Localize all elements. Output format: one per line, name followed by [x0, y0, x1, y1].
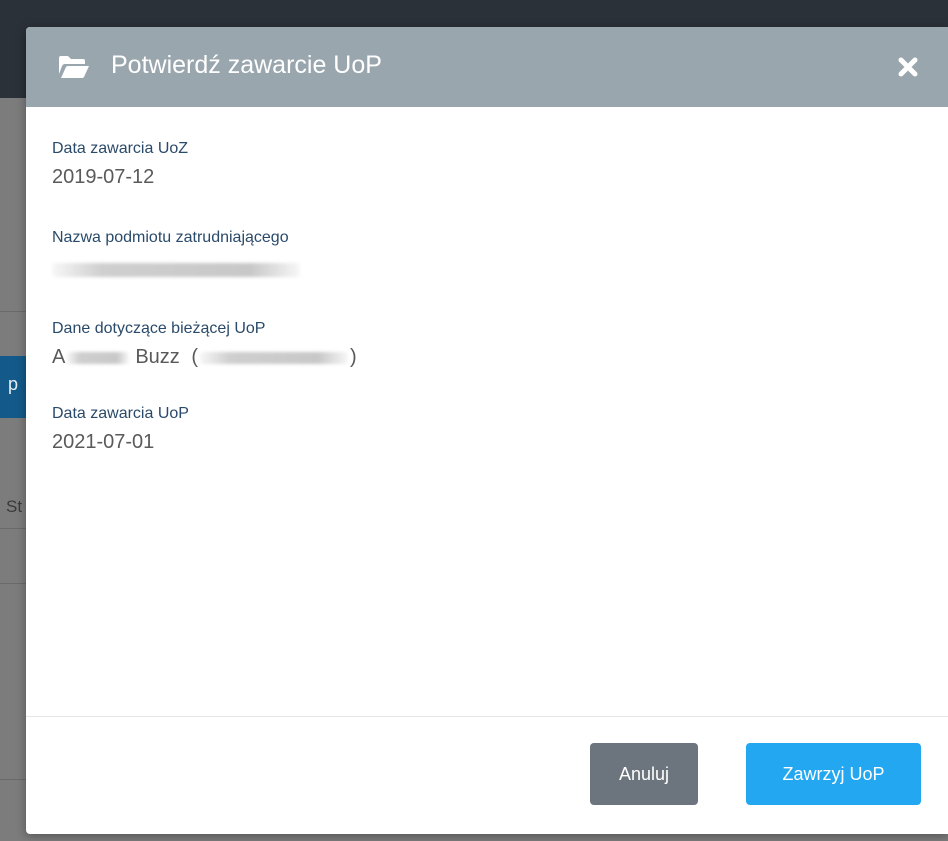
background-button: p — [0, 356, 26, 418]
background-divider — [0, 779, 26, 780]
name-surname: Buzz — [135, 346, 180, 368]
close-icon[interactable] — [898, 57, 918, 77]
modal-title: Potwierdź zawarcie UoP — [111, 51, 382, 79]
field-label: Data zawarcia UoZ — [52, 140, 189, 157]
paren-open: ( — [191, 346, 199, 368]
background-content-strip — [0, 98, 26, 841]
background-divider — [0, 528, 26, 529]
cancel-button[interactable]: Anuluj — [590, 743, 698, 805]
field-uoz-date: Data zawarcia UoZ 2019-07-12 — [52, 140, 188, 189]
modal-footer-divider — [26, 716, 948, 717]
field-value: 2019-07-12 — [52, 166, 155, 188]
field-uop-date: Data zawarcia UoP 2021-07-01 — [52, 405, 189, 454]
paren-close: ) — [350, 346, 357, 368]
field-value: 2021-07-01 — [52, 431, 155, 453]
background-divider — [0, 311, 26, 312]
background-divider — [0, 583, 26, 584]
confirm-uop-modal: Potwierdź zawarcie UoP Data zawarcia UoZ… — [26, 27, 948, 834]
redacted-employer-name — [52, 262, 300, 277]
field-value — [52, 255, 300, 278]
modal-header: Potwierdź zawarcie UoP — [26, 27, 948, 107]
field-value: A Buzz () — [52, 346, 357, 369]
redacted-first-name — [67, 351, 130, 364]
field-label: Dane dotyczące bieżącej UoP — [52, 320, 266, 337]
field-employer-name: Nazwa podmiotu zatrudniającego — [52, 229, 300, 278]
background-button-text: p — [8, 374, 19, 394]
name-initial: A — [52, 346, 66, 368]
field-label: Nazwa podmiotu zatrudniającego — [52, 229, 289, 246]
field-label: Data zawarcia UoP — [52, 405, 189, 422]
field-current-uop: Dane dotyczące bieżącej UoP A Buzz () — [52, 320, 357, 369]
redacted-identifier — [200, 351, 349, 364]
folder-open-icon — [59, 56, 89, 78]
background-text: St — [6, 497, 23, 516]
confirm-uop-button[interactable]: Zawrzyj UoP — [746, 743, 921, 805]
